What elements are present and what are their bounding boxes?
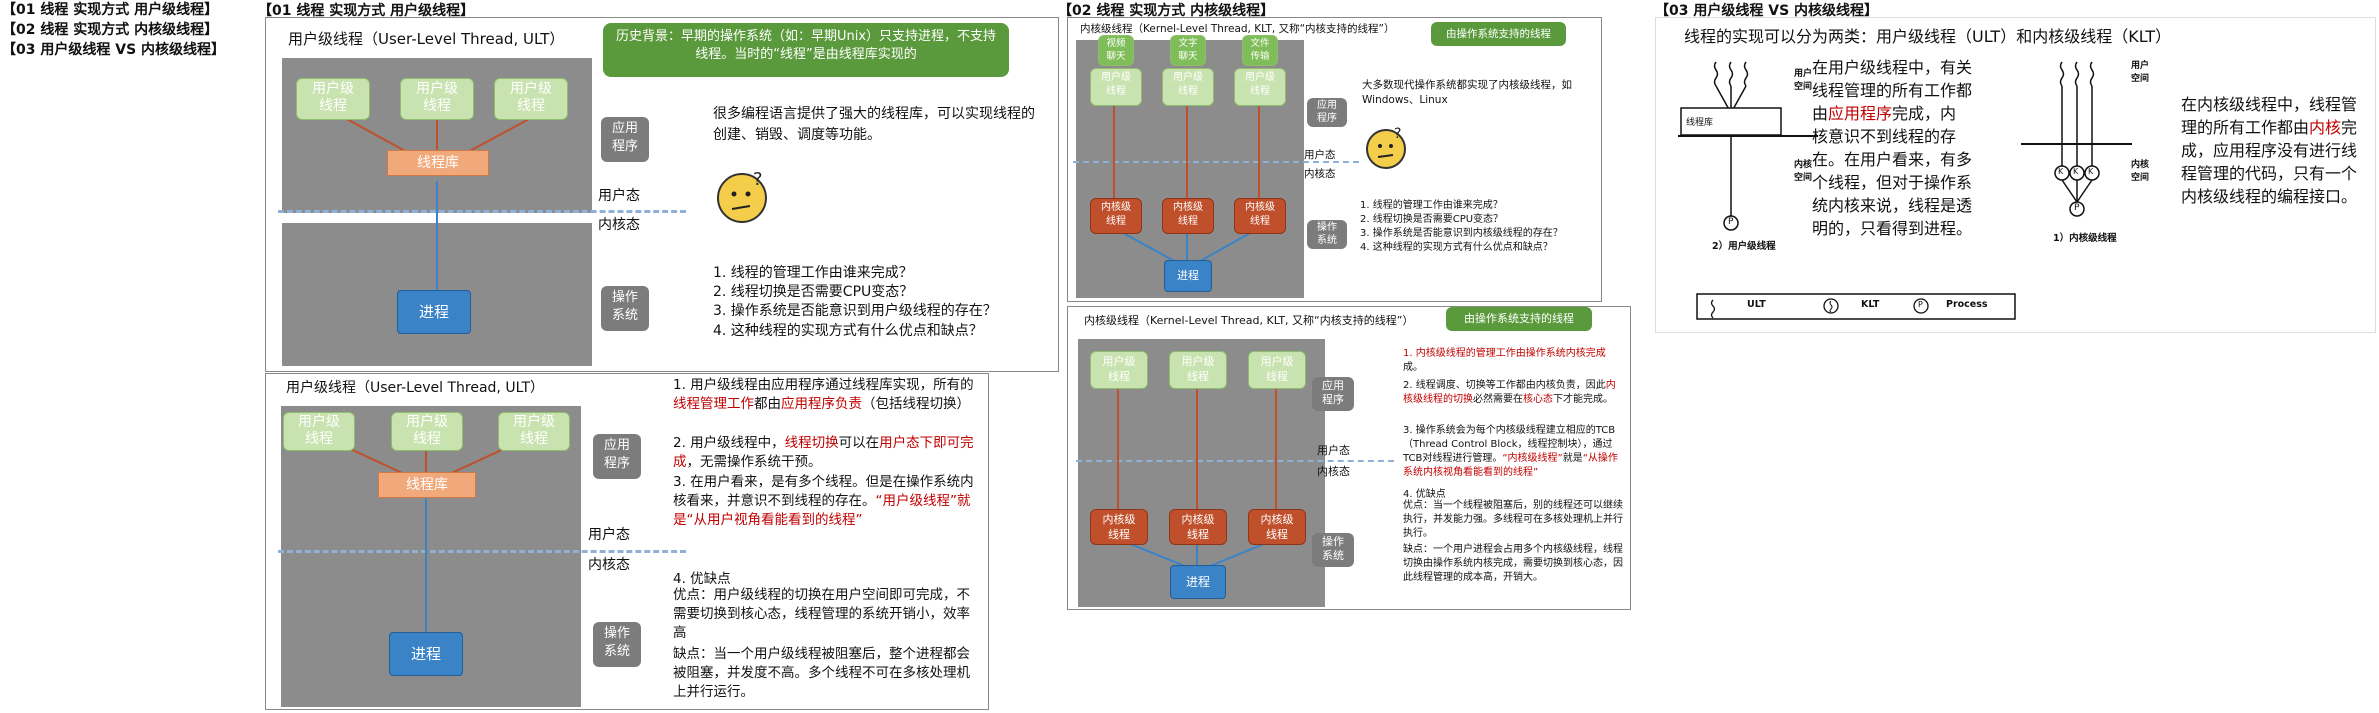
tag-os: 操作 系统 [1312, 533, 1354, 567]
thinking-face-icon: ? [716, 168, 772, 224]
user-thread-3: 用户级 线程 [1248, 351, 1306, 389]
user-thread-3: 用户级 线程 [498, 412, 570, 451]
thread-library: 线程库 [378, 472, 476, 498]
user-mode-label: 用户态 [598, 188, 640, 204]
question-2: 2. 线程切换是否需要CPU变态？ [1360, 214, 1504, 225]
tag-os: 操作 系统 [1307, 220, 1347, 249]
user-space-label-ult: 用户 空间 [1794, 69, 1813, 92]
kernel-thread-3: 内核级 线程 [1248, 509, 1306, 545]
user-thread-3: 用户级 线程 [494, 78, 568, 120]
kernel-thread-1: 内核级 线程 [1090, 198, 1142, 234]
user-mode-label: 用户态 [1304, 149, 1336, 161]
kernel-mode-label: 内核态 [588, 557, 630, 573]
process-p-label: P [1728, 217, 1734, 227]
question-3: 3. 操作系统是否能意识到内核级线程的存在？ [1360, 228, 1563, 239]
user-thread-1: 用户级 线程 [283, 412, 355, 451]
ult-caption: 2）用户级线程 [1712, 241, 1776, 252]
point-4-title: 4. 优缺点 [673, 571, 731, 587]
klt-caption: 1）内核级线程 [2053, 233, 2117, 244]
file-transfer-thread: 文件 传输 [1242, 35, 1278, 66]
klt-slide-2: 内核级线程（Kernel-Level Thread, KLT, 又称“内核支持的… [1067, 306, 1631, 610]
question-3: 3. 操作系统是否能意识到用户级线程的存在？ [713, 303, 997, 319]
klt-process-label: P [2074, 203, 2080, 213]
ult-slide-2: 用户级线程（User-Level Thread, ULT） 用户级 线程 用户级… [265, 373, 989, 710]
point-2: 2. 线程调度、切换等工作都由内核负责，因此内核级线程的切换必然需要在核心态下才… [1403, 380, 1616, 405]
legend-ult: ULT [1747, 299, 1766, 310]
kernel-mode-label: 内核态 [598, 217, 640, 233]
user-space-label-klt: 用户 空间 [2131, 61, 2150, 84]
point-3: 3. 在用户看来，是有多个线程。但是在操作系统内核看来，并意识不到线程的存在。“… [673, 474, 974, 528]
user-thread-1: 用户级 线程 [1090, 351, 1148, 389]
tag-os: 操作 系统 [593, 622, 641, 667]
process-box: 进程 [1170, 565, 1226, 599]
cons-text: 缺点：当一个用户级线程被阻塞后，整个进程都会被阻塞，并发度不高。多个线程不可在多… [673, 646, 970, 700]
pros-text: 优点：用户级线程的切换在用户空间即可完成，不需要切换到核心态，线程管理的系统开销… [673, 587, 970, 641]
klt-k-label-3: K [2088, 167, 2094, 176]
cons-text: 缺点：一个用户进程会占用多个内核级线程，线程切换由操作系统内核完成，需要切换到核… [1403, 544, 1623, 583]
user-mode-label: 用户态 [1317, 444, 1350, 457]
thinking-face-icon: ? [1365, 125, 1409, 169]
process-box: 进程 [1164, 260, 1212, 292]
kernel-mode-label: 内核态 [1304, 168, 1336, 180]
thread-library: 线程库 [387, 150, 489, 176]
klt-slide-1: 内核级线程（Kernel-Level Thread, KLT, 又称“内核支持的… [1067, 17, 1602, 302]
point-3: 3. 操作系统会为每个内核级线程建立相应的TCB（Thread Control … [1403, 425, 1618, 478]
point-1: 1. 用户级线程由应用程序通过线程库实现，所有的线程管理工作都由应用程序负责（包… [673, 377, 974, 412]
video-chat-thread: 视频 聊天 [1098, 35, 1134, 66]
question-4: 4. 这种线程的实现方式有什么优点和缺点？ [1360, 242, 1553, 253]
svg-text:?: ? [753, 169, 763, 190]
user-thread-1: 用户级 线程 [296, 78, 370, 120]
tag-application: 应用 程序 [1307, 98, 1347, 127]
process-box: 进程 [389, 632, 463, 676]
toc-item-3[interactable]: 【03 用户级线程 VS 内核级线程】 [2, 40, 225, 60]
ult-description: 在用户级线程中，有关线程管理的所有工作都由应用程序完成，内核意识不到线程的存在。… [1812, 58, 1973, 238]
user-mode-label: 用户态 [588, 527, 630, 543]
point-2: 2. 用户级线程中，线程切换可以在用户态下即可完成，无需操作系统干预。 [673, 435, 974, 470]
klt-intro: 大多数现代操作系统都实现了内核级线程，如Windows、Linux [1362, 79, 1572, 106]
thread-library-label: 线程库 [1686, 118, 1714, 128]
svg-text:?: ? [1394, 126, 1401, 142]
legend-process: Process [1946, 299, 1988, 310]
klt-description: 在内核级线程中，线程管理的所有工作都由内核完成，应用程序没有进行线程管理的代码，… [2181, 95, 2358, 206]
compare-slide: 线程的实现可以分为两类：用户级线程（ULT）和内核级线程（KLT） 线程库 P … [1655, 17, 2376, 333]
user-thread-2: 用户级 线程 [1162, 68, 1214, 106]
klt-k-label-1: K [2058, 167, 2064, 176]
legend-klt: KLT [1861, 299, 1880, 310]
library-intro: 很多编程语言提供了强大的线程库，可以实现线程的创建、销毁、调度等功能。 [713, 106, 1035, 143]
kernel-thread-2: 内核级 线程 [1169, 509, 1227, 545]
tag-application: 应用 程序 [593, 434, 641, 479]
question-4: 4. 这种线程的实现方式有什么优点和缺点？ [713, 323, 983, 339]
question-1: 1. 线程的管理工作由谁来完成？ [713, 265, 913, 281]
question-1: 1. 线程的管理工作由谁来完成？ [1360, 200, 1503, 211]
point-4-title: 4. 优缺点 [1403, 489, 1446, 500]
tag-application: 应用 程序 [1312, 377, 1354, 411]
process-box: 进程 [397, 290, 471, 334]
tag-os: 操作 系统 [601, 286, 649, 331]
user-thread-2: 用户级 线程 [391, 412, 463, 451]
toc-item-2[interactable]: 【02 线程 实现方式 内核级线程】 [2, 20, 218, 40]
legend-p-glyph: P [1918, 300, 1923, 309]
text-chat-thread: 文字 聊天 [1170, 35, 1206, 66]
pros-text: 优点：当一个线程被阻塞后，别的线程还可以继续执行，并发能力强。多线程可在多核处理… [1403, 500, 1623, 539]
point-1: 1. 内核级线程的管理工作由操作系统内核完成成。 [1403, 348, 1606, 373]
user-thread-2: 用户级 线程 [1169, 351, 1227, 389]
user-thread-2: 用户级 线程 [400, 78, 474, 120]
ult-slide-1: 用户级线程（User-Level Thread, ULT） 用户级 线程 用户级… [265, 17, 1059, 372]
kernel-thread-3: 内核级 线程 [1234, 198, 1286, 234]
kernel-mode-label: 内核态 [1317, 465, 1350, 478]
kernel-space-label-ult: 内核 空间 [1794, 160, 1813, 183]
kernel-space-label-klt: 内核 空间 [2131, 160, 2150, 183]
user-thread-1: 用户级 线程 [1090, 68, 1142, 106]
question-2: 2. 线程切换是否需要CPU变态？ [713, 284, 914, 300]
user-thread-3: 用户级 线程 [1234, 68, 1286, 106]
toc-item-1[interactable]: 【01 线程 实现方式 用户级线程】 [2, 0, 218, 20]
tag-application: 应用 程序 [601, 117, 649, 162]
klt-k-label-2: K [2073, 167, 2079, 176]
kernel-thread-2: 内核级 线程 [1162, 198, 1214, 234]
history-callout: 历史背景：早期的操作系统（如：早期Unix）只支持进程，不支持线程。当时的“线程… [603, 23, 1009, 77]
kernel-thread-1: 内核级 线程 [1090, 509, 1148, 545]
